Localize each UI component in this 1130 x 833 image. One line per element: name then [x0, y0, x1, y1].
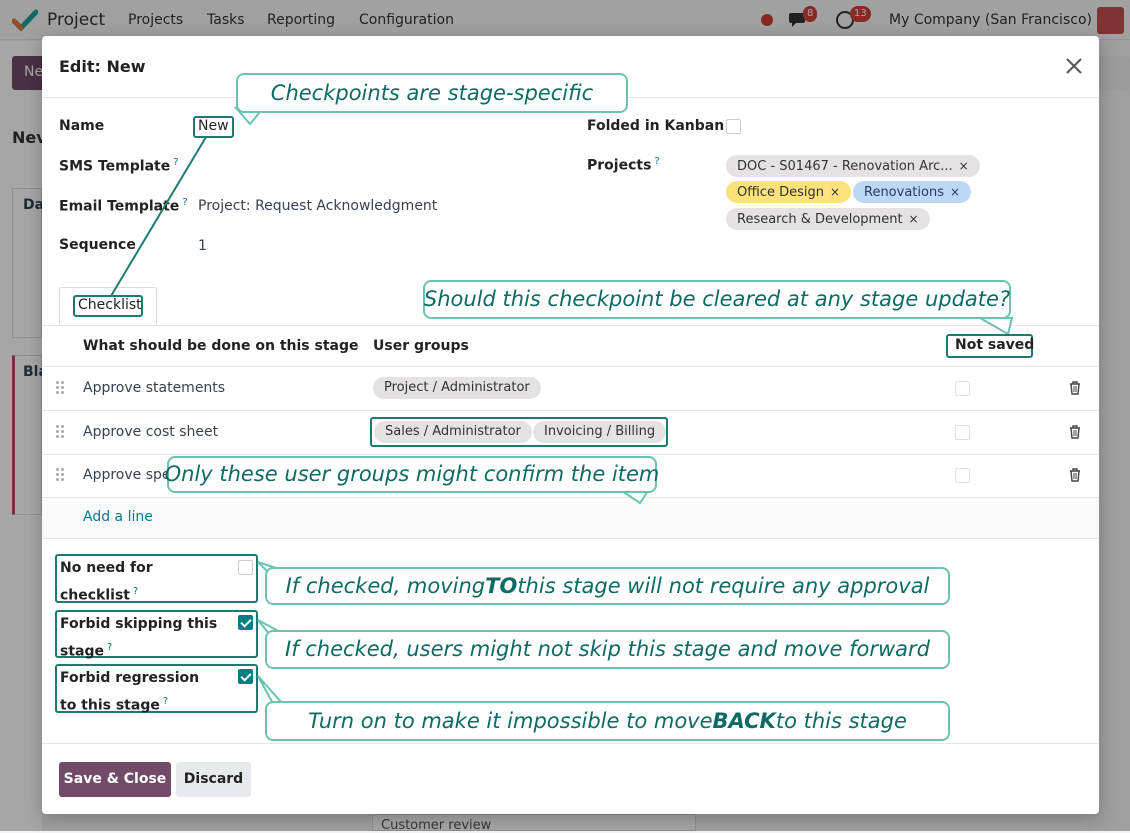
annotation-no-need-checklist: If checked, moving TO this stage will no…: [265, 567, 950, 605]
discard-button[interactable]: Discard: [176, 762, 251, 797]
checklist-item-text[interactable]: Approve spe: [83, 467, 171, 483]
help-icon: ?: [107, 642, 113, 653]
remove-tag-icon[interactable]: ×: [830, 185, 840, 199]
annotation-cleared-on-update: Should this checkpoint be cleared at any…: [423, 280, 1011, 319]
name-field-value[interactable]: New: [198, 118, 229, 134]
help-icon: ?: [173, 157, 179, 168]
projects-label: Projects?: [587, 156, 660, 174]
save-and-close-button[interactable]: Save & Close: [59, 762, 171, 797]
project-tag[interactable]: Research & Development ×: [726, 208, 930, 230]
forbid-regression-label: Forbid regression to this stage?: [60, 670, 200, 714]
add-a-line-link[interactable]: Add a line: [83, 509, 153, 525]
user-group-tag[interactable]: Project / Administrator: [373, 377, 541, 399]
trash-icon[interactable]: [1069, 468, 1081, 482]
not-saved-checkbox[interactable]: [955, 381, 970, 396]
dialog-footer-border: [42, 743, 1099, 744]
table-top-border: [42, 325, 1099, 326]
annotation-user-groups: Only these user groups might confirm the…: [165, 456, 659, 493]
forbid-skipping-label: Forbid skipping this stage?: [60, 616, 218, 660]
add-line-row: [42, 498, 1099, 538]
remove-tag-icon[interactable]: ×: [950, 185, 960, 199]
dialog-title: Edit: New: [59, 57, 146, 76]
close-icon[interactable]: [1064, 56, 1084, 76]
column-header-not-saved[interactable]: Not saved: [955, 337, 1034, 353]
sequence-field[interactable]: 1: [198, 238, 207, 254]
forbid-skipping-checkbox[interactable]: [238, 615, 253, 630]
table-bottom-border: [42, 538, 1099, 539]
no-need-checklist-label: No need for checklist?: [60, 560, 153, 604]
column-header-user-groups[interactable]: User groups: [373, 338, 469, 354]
sms-template-label: SMS Template?: [59, 157, 179, 175]
email-template-field[interactable]: Project: Request Acknowledgment: [198, 198, 437, 214]
checklist-item-text[interactable]: Approve statements: [83, 380, 225, 396]
sms-template-field[interactable]: [198, 154, 558, 178]
user-groups-highlight: [370, 417, 668, 447]
help-icon: ?: [162, 696, 169, 707]
email-template-label: Email Template?: [59, 197, 188, 215]
help-icon: ?: [182, 197, 188, 208]
sequence-label: Sequence: [59, 237, 136, 253]
trash-icon[interactable]: [1069, 425, 1081, 439]
forbid-skipping-option: Forbid skipping this stage?: [55, 610, 258, 660]
remove-tag-icon[interactable]: ×: [959, 159, 969, 173]
folded-in-kanban-label: Folded in Kanban: [587, 118, 725, 134]
tab-checklist-label[interactable]: Checklist: [78, 297, 142, 313]
name-label: Name: [59, 118, 105, 134]
drag-handle-icon[interactable]: [56, 468, 64, 482]
column-header-item[interactable]: What should be done on this stage: [83, 338, 358, 354]
not-saved-checkbox[interactable]: [955, 468, 970, 483]
drag-handle-icon[interactable]: [56, 425, 64, 439]
forbid-regression-checkbox[interactable]: [238, 669, 253, 684]
remove-tag-icon[interactable]: ×: [909, 212, 919, 226]
not-saved-checkbox[interactable]: [955, 425, 970, 440]
forbid-regression-option: Forbid regression to this stage?: [55, 664, 258, 714]
annotation-forbid-skipping: If checked, users might not skip this st…: [265, 630, 950, 669]
trash-icon[interactable]: [1069, 381, 1081, 395]
folded-in-kanban-checkbox[interactable]: [726, 119, 741, 134]
project-tag[interactable]: Office Design ×: [726, 181, 852, 203]
checklist-item-text[interactable]: Approve cost sheet: [83, 424, 218, 440]
no-need-checklist-option: No need for checklist?: [55, 554, 258, 604]
help-icon: ?: [133, 586, 139, 597]
no-need-checklist-checkbox[interactable]: [238, 560, 253, 575]
project-tag[interactable]: DOC - S01467 - Renovation Arc... ×: [726, 155, 980, 177]
help-icon: ?: [654, 156, 660, 167]
project-tag[interactable]: Renovations ×: [853, 181, 972, 203]
drag-handle-icon[interactable]: [56, 381, 64, 395]
annotation-stage-specific: Checkpoints are stage-specific: [236, 73, 628, 113]
annotation-forbid-regression: Turn on to make it impossible to move BA…: [265, 701, 950, 741]
